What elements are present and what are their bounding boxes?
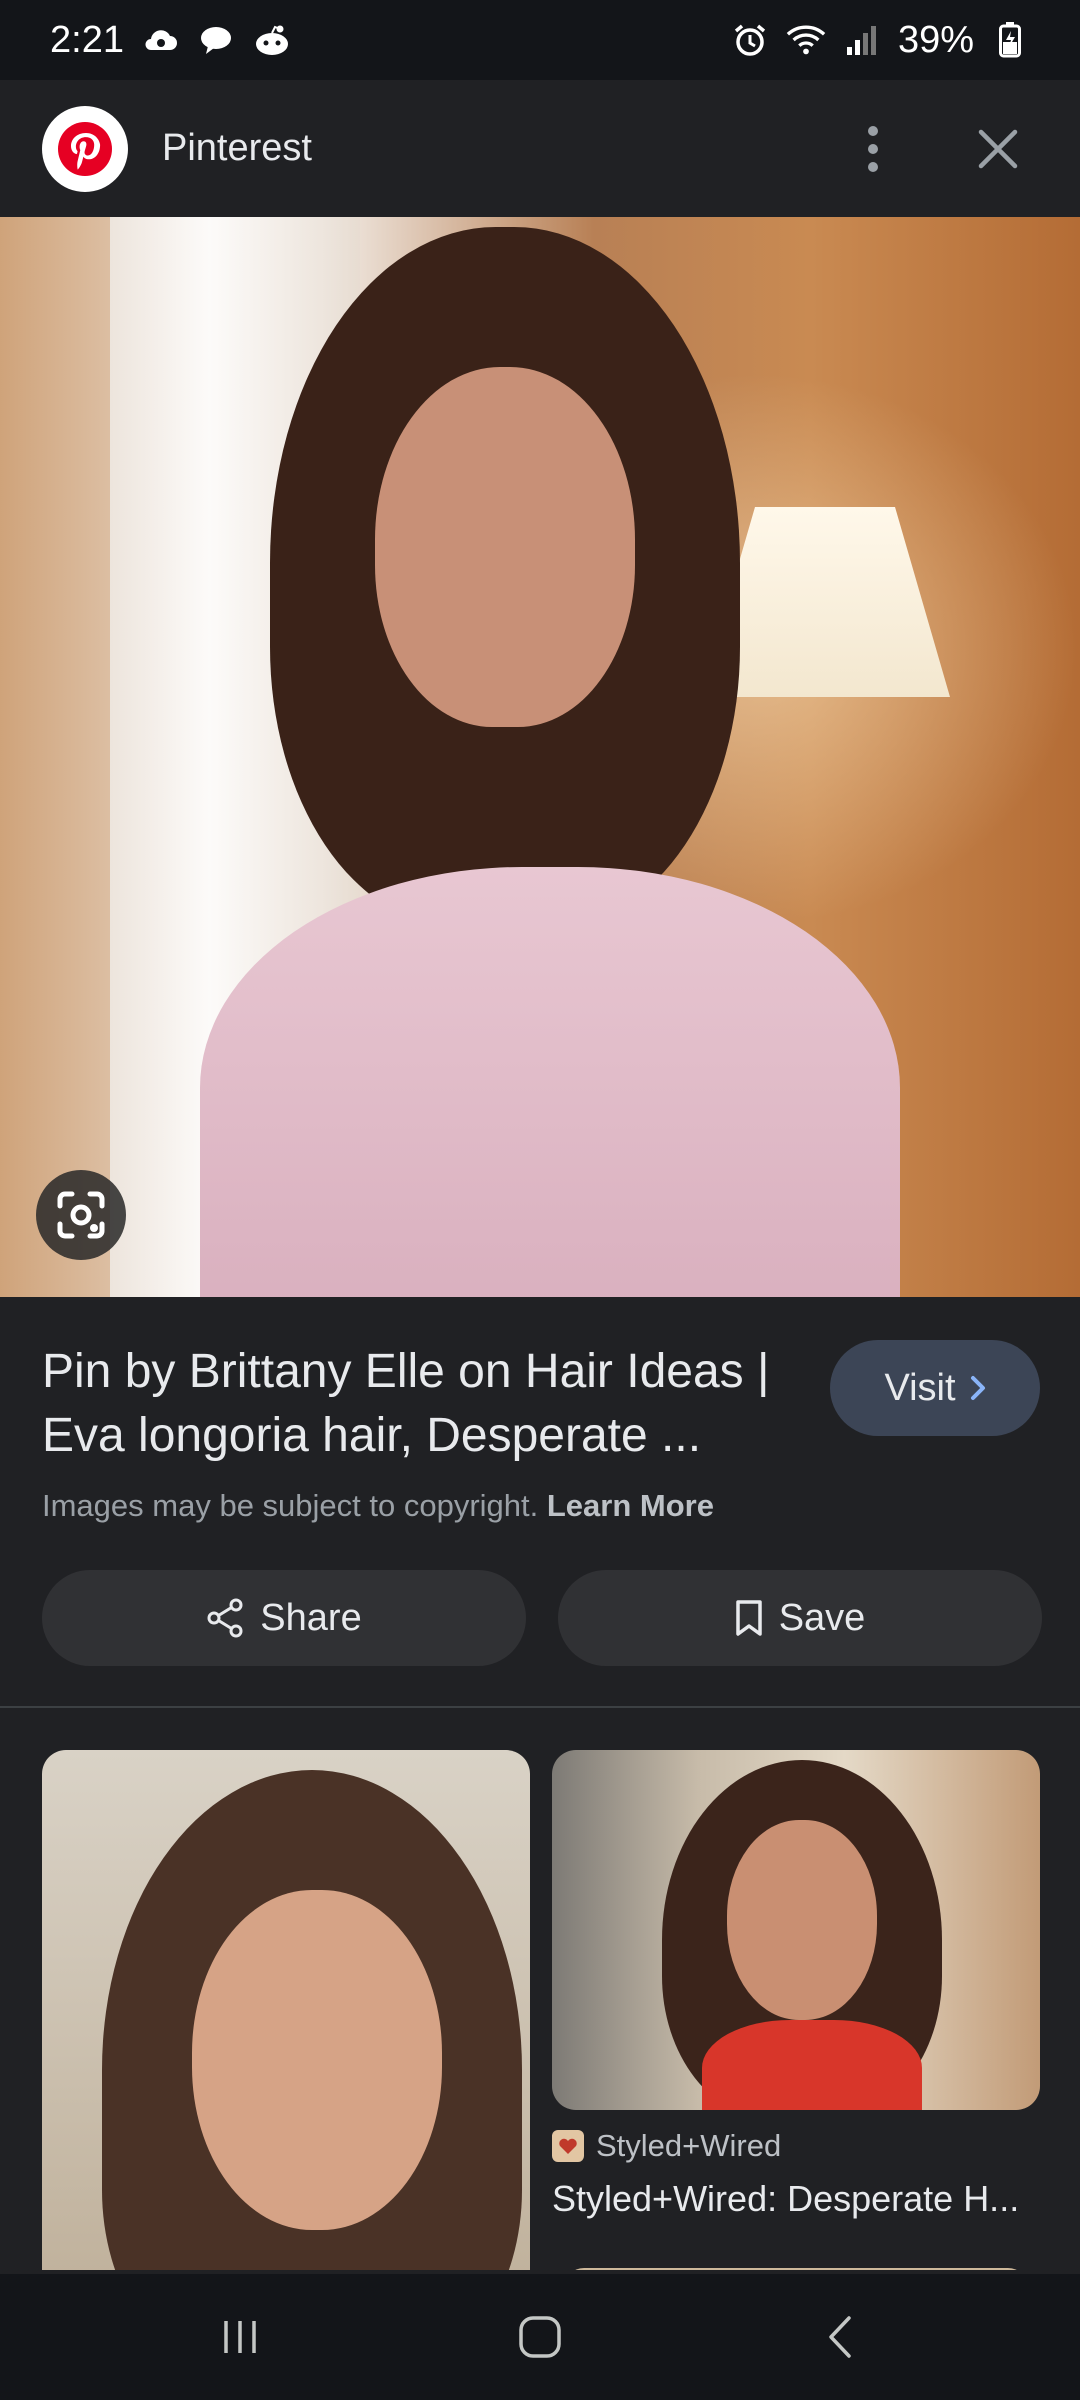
lens-icon [57,1191,105,1239]
back-button[interactable] [790,2287,890,2387]
recents-icon [224,2321,256,2353]
chat-bubble-icon [196,20,236,60]
app-header: Pinterest [0,80,1080,217]
status-bar: 2:21 39% [0,0,1080,80]
close-button[interactable] [958,109,1038,189]
related-image-2-face [727,1820,877,2020]
visit-label: Visit [884,1366,956,1409]
share-icon [207,1598,243,1638]
more-vert-icon [868,125,878,172]
share-label: Share [260,1596,362,1639]
home-icon [519,2316,561,2358]
source-favicon-icon [552,2130,584,2162]
result-image[interactable] [0,217,1080,1297]
home-button[interactable] [490,2287,590,2387]
visit-button[interactable]: Visit [830,1340,1040,1436]
learn-more-link[interactable]: Learn More [547,1488,714,1523]
close-icon [978,129,1018,168]
related-image-2[interactable] [552,1750,1040,2110]
status-right: 39% [730,19,1030,62]
bookmark-icon [735,1600,762,1636]
reddit-icon [252,20,292,60]
save-label: Save [778,1596,866,1639]
signal-icon [842,20,882,60]
copyright-notice: Images may be subject to copyright. Lear… [42,1488,1042,1524]
site-name[interactable]: Pinterest [162,127,833,170]
related-source-name: Styled+Wired [596,2128,782,2163]
action-row: Share Save [42,1570,1042,1666]
related-image-1-face [192,1890,442,2230]
cloud-sync-icon [140,20,180,60]
pinterest-logo-icon [42,105,128,192]
share-button[interactable]: Share [42,1570,526,1666]
battery-percent: 39% [897,18,974,61]
status-left: 2:21 [50,19,292,62]
alarm-icon [730,20,770,60]
recents-button[interactable] [190,2287,290,2387]
chevron-right-icon [970,1376,985,1400]
google-lens-button[interactable] [36,1170,126,1260]
save-button[interactable]: Save [558,1570,1042,1666]
copyright-text: Images may be subject to copyright. [42,1488,539,1523]
related-image-1[interactable] [42,1750,530,2270]
image-sweater [200,867,900,1297]
navigation-bar [0,2274,1080,2400]
section-divider [0,1706,1080,1708]
related-image-3[interactable] [564,2268,1028,2270]
wifi-icon [786,20,826,60]
related-source[interactable]: Styled+Wired [552,2128,781,2164]
back-icon [829,2316,851,2358]
image-face [375,367,635,727]
more-options-button[interactable] [833,109,913,189]
related-image-2-top [702,2020,922,2110]
related-results: Styled+Wired Styled+Wired: Desperate H..… [42,1750,1040,2270]
status-time: 2:21 [50,18,124,61]
result-title[interactable]: Pin by Brittany Elle on Hair Ideas | Eva… [42,1340,802,1468]
battery-charging-icon [990,20,1030,60]
related-caption[interactable]: Styled+Wired: Desperate H... [552,2178,1040,2220]
